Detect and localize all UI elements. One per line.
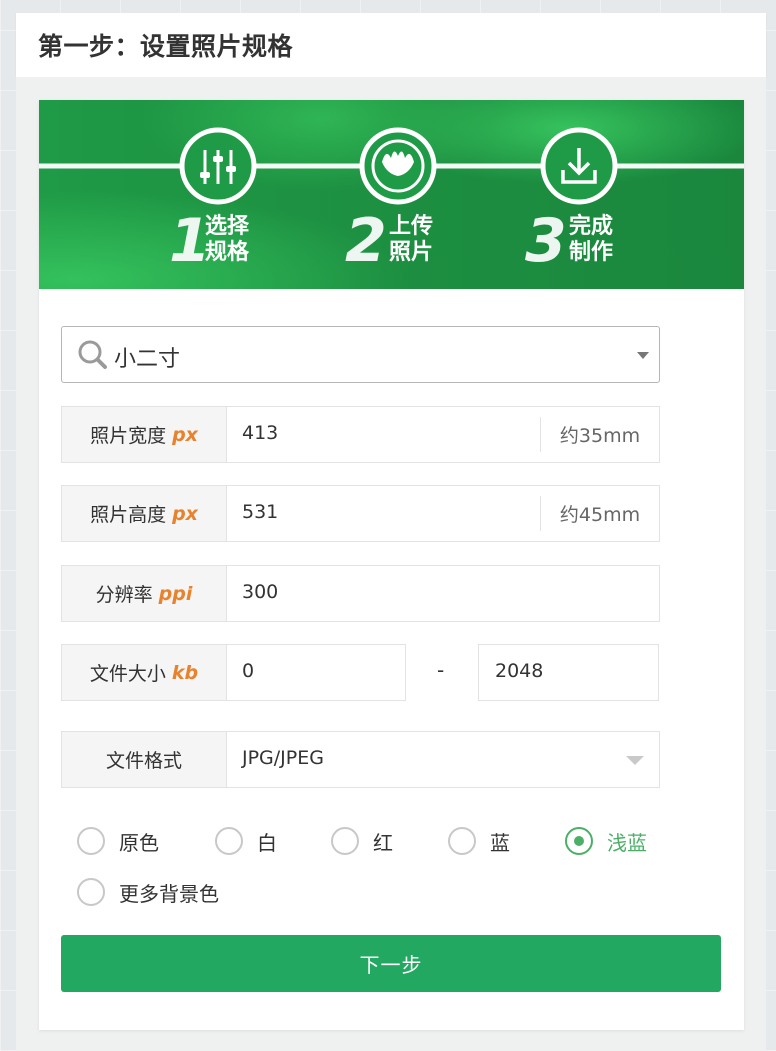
radio-circle — [448, 827, 476, 855]
width-label-text: 照片宽度 — [90, 425, 167, 447]
resolution-label-text: 分辨率 — [95, 584, 153, 606]
height-unit: px — [172, 502, 198, 525]
radio-circle — [331, 827, 359, 855]
step-3-number: 3 — [525, 206, 567, 276]
radio-label: 原色 — [119, 830, 159, 855]
size-select-value: 小二寸 — [114, 347, 181, 372]
face-icon — [359, 127, 437, 205]
radio-circle — [77, 827, 105, 855]
width-label: 照片宽度 px — [62, 407, 227, 462]
file-size-min-box: 文件大小 kb 0 — [61, 644, 406, 701]
radio-white[interactable]: 白 — [215, 824, 277, 858]
page-title: 第一步：设置照片规格 — [38, 32, 294, 61]
form-panel: 1 选择 规格 2 上传 照片 3 完成 制作 小二寸 照片宽度 px 413 … — [39, 100, 744, 1030]
file-size-label: 文件大小 kb — [62, 645, 227, 700]
width-mm: 约35mm — [540, 417, 659, 452]
file-size-label-text: 文件大小 — [89, 663, 166, 685]
chevron-down-icon — [637, 352, 649, 359]
width-unit: px — [172, 423, 198, 446]
width-field-row: 照片宽度 px 413 约35mm — [61, 406, 660, 463]
radio-circle-checked — [565, 827, 593, 855]
header-bar: 第一步：设置照片规格 — [16, 13, 766, 77]
file-format-label: 文件格式 — [62, 732, 227, 787]
step-1-label: 选择 规格 — [205, 214, 249, 266]
resolution-input[interactable]: 300 — [242, 581, 278, 603]
height-label-text: 照片高度 — [90, 504, 167, 526]
step-2-line2: 照片 — [389, 240, 434, 265]
radio-label: 浅蓝 — [607, 830, 647, 855]
file-format-label-text: 文件格式 — [105, 750, 182, 772]
step-2-number: 2 — [345, 206, 387, 276]
resolution-unit: ppi — [158, 582, 193, 605]
radio-circle — [215, 827, 243, 855]
search-icon — [78, 340, 107, 369]
step-3-line1: 完成 — [569, 214, 614, 239]
radio-label: 蓝 — [490, 830, 510, 855]
file-size-min-input[interactable]: 0 — [242, 660, 254, 682]
radio-original[interactable]: 原色 — [77, 824, 159, 858]
radio-red[interactable]: 红 — [331, 824, 393, 858]
next-step-button[interactable]: 下一步 — [61, 935, 721, 992]
radio-light-blue[interactable]: 浅蓝 — [565, 824, 647, 858]
size-select[interactable]: 小二寸 — [61, 326, 660, 383]
chevron-down-icon — [626, 756, 644, 765]
height-input[interactable]: 531 — [242, 501, 278, 523]
height-field-row: 照片高度 px 531 约45mm — [61, 485, 660, 542]
step-2-label: 上传 照片 — [389, 214, 433, 266]
height-mm: 约45mm — [540, 496, 659, 531]
file-size-unit: kb — [171, 661, 199, 684]
radio-label: 红 — [373, 830, 393, 855]
radio-blue[interactable]: 蓝 — [448, 824, 510, 858]
steps-banner: 1 选择 规格 2 上传 照片 3 完成 制作 — [39, 100, 744, 289]
radio-label: 更多背景色 — [119, 881, 219, 906]
download-icon — [540, 127, 618, 205]
file-size-separator: - — [437, 658, 445, 682]
radio-more-colors[interactable]: 更多背景色 — [77, 875, 219, 909]
resolution-label: 分辨率 ppi — [62, 566, 227, 621]
width-input[interactable]: 413 — [242, 422, 278, 444]
radio-label: 白 — [257, 830, 277, 855]
file-size-max-input[interactable]: 2048 — [478, 644, 659, 701]
step-1-line1: 选择 — [205, 214, 250, 239]
file-format-select[interactable]: 文件格式 JPG/JPEG — [61, 731, 660, 788]
sliders-icon — [179, 127, 257, 205]
radio-circle — [77, 878, 105, 906]
file-format-value: JPG/JPEG — [242, 747, 324, 769]
file-size-row: 文件大小 kb 0 - 2048 — [61, 644, 659, 701]
step-2-line1: 上传 — [389, 214, 434, 239]
step-1-line2: 规格 — [205, 240, 250, 265]
height-label: 照片高度 px — [62, 486, 227, 541]
file-size-max-value: 2048 — [495, 660, 544, 682]
step-3-label: 完成 制作 — [569, 214, 613, 266]
step-3-line2: 制作 — [569, 240, 614, 265]
resolution-field-row: 分辨率 ppi 300 — [61, 565, 660, 622]
